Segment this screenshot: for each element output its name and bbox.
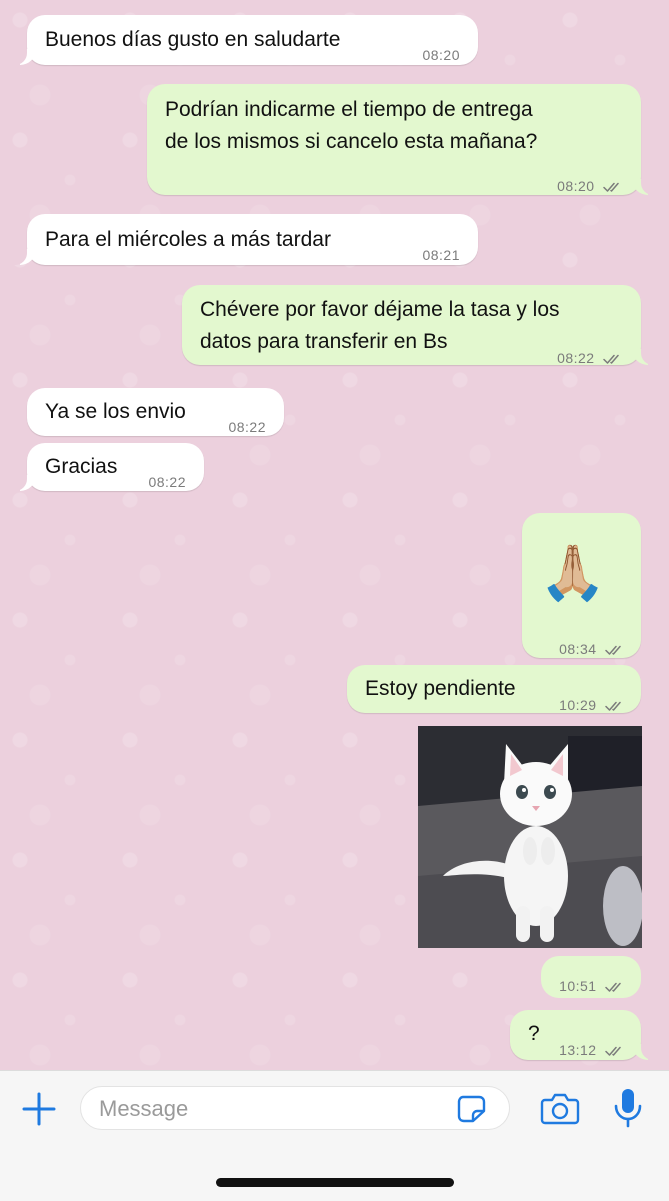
double-check-icon bbox=[605, 1046, 621, 1056]
message-text: Estoy pendiente bbox=[365, 677, 516, 700]
message-outgoing[interactable]: Podrían indicarme el tiempo de entrega d… bbox=[147, 84, 657, 195]
bubble-tail bbox=[632, 349, 657, 365]
message-text: ? bbox=[528, 1022, 540, 1045]
bubble-tail bbox=[11, 249, 36, 265]
microphone-icon bbox=[614, 1089, 642, 1128]
message-outgoing[interactable]: ? 13:12 bbox=[510, 1010, 657, 1060]
kitten-image bbox=[418, 726, 642, 948]
double-check-icon bbox=[605, 982, 621, 992]
message-incoming[interactable]: Para el miércoles a más tardar 08:21 bbox=[11, 214, 478, 265]
message-text: Para el miércoles a más tardar bbox=[45, 228, 331, 251]
bubble-tail bbox=[632, 1044, 657, 1060]
message-time: 08:22 bbox=[228, 419, 266, 435]
message-composer-bar bbox=[0, 1070, 669, 1201]
message-time: 08:22 bbox=[557, 350, 595, 366]
bubble-tail bbox=[11, 49, 36, 65]
message-incoming[interactable]: Ya se los envio 08:22 bbox=[27, 388, 284, 436]
message-meta: 10:29 bbox=[559, 689, 625, 721]
microphone-button[interactable] bbox=[612, 1087, 644, 1129]
message-meta: 08:20 bbox=[557, 170, 623, 202]
message-time: 08:21 bbox=[422, 247, 460, 263]
message-meta: 08:22 bbox=[557, 342, 623, 374]
message-text: Gracias bbox=[45, 455, 118, 478]
message-text: Chévere por favor déjame la tasa y los d… bbox=[200, 298, 560, 353]
double-check-icon bbox=[603, 182, 619, 192]
message-meta: 10:51 bbox=[559, 970, 625, 1002]
message-text: Ya se los envio bbox=[45, 400, 186, 423]
bubble-tail bbox=[11, 475, 36, 491]
message-input[interactable] bbox=[97, 1093, 441, 1125]
message-outgoing-emoji[interactable]: 🙏🏼 08:34 bbox=[522, 513, 641, 658]
camera-button[interactable] bbox=[540, 1091, 580, 1125]
message-outgoing[interactable]: Estoy pendiente 10:29 bbox=[347, 665, 641, 713]
sticker-button[interactable] bbox=[456, 1094, 488, 1124]
double-check-icon bbox=[603, 354, 619, 364]
sticker-icon bbox=[457, 1095, 486, 1123]
message-meta: 13:12 bbox=[559, 1034, 625, 1066]
bubble-tail bbox=[632, 179, 657, 195]
camera-icon bbox=[540, 1093, 580, 1125]
double-check-icon bbox=[605, 701, 621, 711]
message-time: 13:12 bbox=[559, 1042, 597, 1058]
message-time: 08:20 bbox=[422, 47, 460, 63]
message-meta: 08:34 bbox=[559, 633, 625, 665]
attach-button[interactable] bbox=[20, 1090, 58, 1128]
image-message-footer: 10:51 bbox=[541, 956, 641, 998]
message-time: 08:20 bbox=[557, 178, 595, 194]
message-outgoing[interactable]: Chévere por favor déjame la tasa y los d… bbox=[182, 285, 657, 366]
message-time: 08:34 bbox=[559, 641, 597, 657]
message-text: Buenos días gusto en saludarte bbox=[45, 28, 341, 51]
plus-icon bbox=[22, 1092, 56, 1126]
message-time: 08:22 bbox=[148, 474, 186, 490]
double-check-icon bbox=[605, 645, 621, 655]
message-incoming[interactable]: Buenos días gusto en saludarte 08:20 bbox=[11, 15, 478, 65]
message-input-container bbox=[80, 1086, 510, 1130]
praying-hands-emoji: 🙏🏼 bbox=[539, 543, 607, 603]
chat-area[interactable]: Buenos días gusto en saludarte 08:20 Pod… bbox=[0, 0, 669, 1070]
image-message[interactable] bbox=[418, 726, 642, 948]
home-indicator bbox=[216, 1178, 454, 1187]
message-time: 10:29 bbox=[559, 697, 597, 713]
message-time: 10:51 bbox=[559, 978, 597, 994]
message-incoming[interactable]: Gracias 08:22 bbox=[11, 443, 204, 491]
message-text: Podrían indicarme el tiempo de entrega d… bbox=[165, 98, 538, 153]
